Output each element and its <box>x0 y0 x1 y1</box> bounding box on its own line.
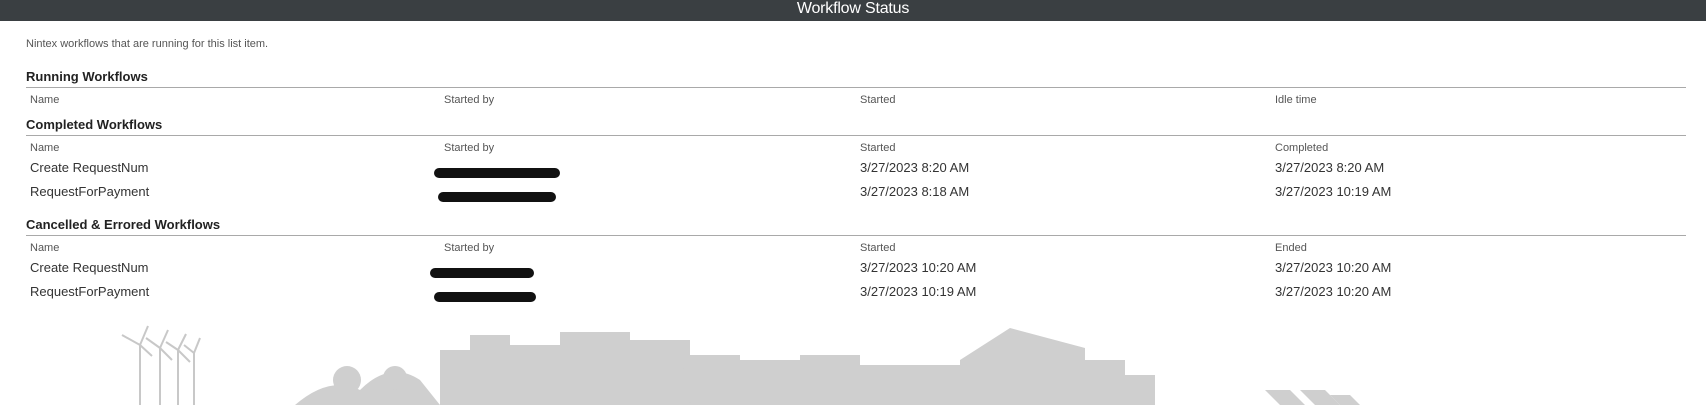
table-row: RequestForPayment 3/27/2023 8:18 AM 3/27… <box>26 180 1686 204</box>
workflow-link[interactable]: Create RequestNum <box>30 156 149 180</box>
table-header-row: Name Started by Started Completed <box>26 136 1686 156</box>
redacted-mark <box>434 292 536 302</box>
running-workflows-section: Running Workflows Name Started by Starte… <box>26 67 1686 108</box>
window-title: Workflow Status <box>0 0 1706 21</box>
ended-value: 3/27/2023 10:20 AM <box>1275 260 1392 275</box>
completed-value: 3/27/2023 10:19 AM <box>1275 184 1392 199</box>
ended-value: 3/27/2023 10:20 AM <box>1275 284 1392 299</box>
city-skyline-illustration <box>121 325 1360 405</box>
redacted-mark <box>438 192 556 202</box>
cancelled-errored-workflows-section: Cancelled & Errored Workflows Name Start… <box>26 215 1686 304</box>
completed-value: 3/27/2023 8:20 AM <box>1275 160 1385 175</box>
workflow-link[interactable]: RequestForPayment <box>30 280 149 304</box>
column-header-name: Name <box>30 94 60 106</box>
column-header-idle-time: Idle time <box>1275 94 1317 106</box>
started-value: 3/27/2023 8:20 AM <box>860 160 970 175</box>
wind-turbines <box>121 325 201 405</box>
started-value: 3/27/2023 10:20 AM <box>860 260 977 275</box>
column-header-started: Started <box>860 94 896 106</box>
column-header-started-by: Started by <box>444 94 495 106</box>
started-by-value <box>434 280 546 304</box>
workflow-link[interactable]: Create RequestNum <box>30 256 149 280</box>
started-by-value <box>434 156 570 180</box>
page-description: Nintex workflows that are running for th… <box>26 38 269 50</box>
section-title: Cancelled & Errored Workflows <box>26 215 1686 236</box>
redacted-mark <box>430 268 534 278</box>
redacted-mark <box>434 168 560 178</box>
table-row: Create RequestNum 3/27/2023 8:20 AM 3/27… <box>26 156 1686 180</box>
workflow-link[interactable]: RequestForPayment <box>30 180 149 204</box>
table-row: Create RequestNum 3/27/2023 10:20 AM 3/2… <box>26 256 1686 280</box>
started-value: 3/27/2023 8:18 AM <box>860 184 970 199</box>
started-value: 3/27/2023 10:19 AM <box>860 284 977 299</box>
section-title: Running Workflows <box>26 67 1686 88</box>
section-title: Completed Workflows <box>26 115 1686 136</box>
table-row: RequestForPayment 3/27/2023 10:19 AM 3/2… <box>26 280 1686 304</box>
started-by-value <box>430 256 548 280</box>
skyline-buildings <box>121 325 1360 405</box>
table-header-row: Name Started by Started Ended <box>26 236 1686 256</box>
table-header-row: Name Started by Started Idle time <box>26 88 1686 108</box>
completed-workflows-section: Completed Workflows Name Started by Star… <box>26 115 1686 204</box>
started-by-value <box>438 180 562 204</box>
